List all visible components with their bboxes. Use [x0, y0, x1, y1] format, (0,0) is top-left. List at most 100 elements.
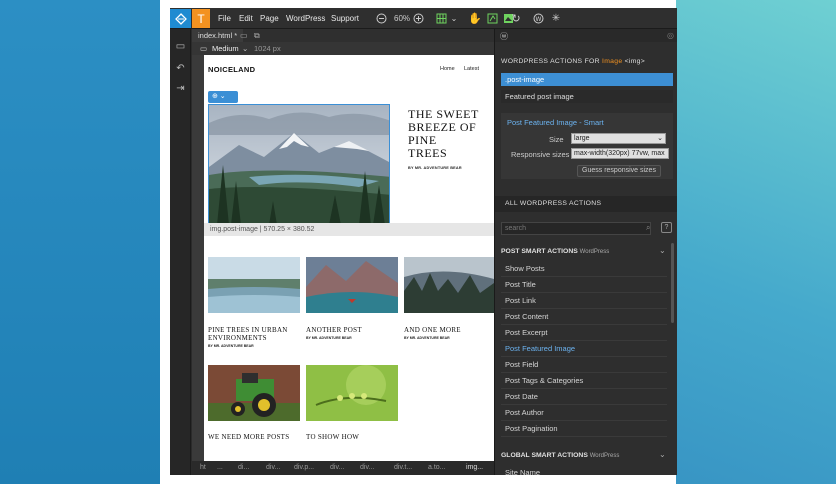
menu-edit[interactable]: Edit — [239, 8, 253, 29]
action-post-excerpt[interactable]: Post Excerpt — [501, 325, 667, 341]
hero-image[interactable] — [208, 104, 390, 224]
crumb-10[interactable]: img... — [466, 461, 483, 475]
nav-latest[interactable]: Latest — [464, 66, 479, 72]
action-post-content[interactable]: Post Content — [501, 309, 667, 325]
layout-grid-icon[interactable] — [434, 9, 448, 28]
card-byline-3: BY MR. ADVENTURE BEAR — [404, 336, 450, 340]
page-canvas[interactable]: NOICELAND Home Latest ⊕ ⌄ THE SWEET BREE… — [204, 55, 494, 467]
crumb-1[interactable]: ht — [200, 461, 206, 475]
nav-home[interactable]: Home — [440, 66, 455, 72]
app-logo-icon[interactable] — [170, 9, 191, 28]
card-image-1[interactable] — [208, 257, 300, 313]
smart-action-box: Post Featured Image - Smart Size large ⌄… — [501, 113, 673, 179]
text-tool-icon[interactable]: T — [192, 9, 210, 28]
site-brand[interactable]: NOICELAND — [208, 65, 255, 74]
action-post-featured-image[interactable]: Post Featured Image — [501, 341, 667, 357]
action-post-pagination[interactable]: Post Pagination — [501, 421, 667, 437]
crumb-3[interactable]: di... — [238, 461, 249, 475]
post-smart-actions-group[interactable]: POST SMART ACTIONS WordPress — [501, 248, 609, 255]
device-select[interactable]: Medium — [212, 42, 239, 55]
wordpress-action-badge[interactable]: ⊕ ⌄ — [208, 91, 238, 103]
pages-icon[interactable]: ▭ — [174, 40, 187, 53]
post-group-tag: WordPress — [579, 249, 610, 255]
chevron-down-icon[interactable]: ⌄ — [449, 9, 459, 28]
crumb-5[interactable]: div.p... — [294, 461, 314, 475]
selector-post-image[interactable]: .post-image — [501, 73, 673, 86]
search-icon[interactable]: ⌕ — [646, 223, 650, 233]
card-title-4[interactable]: WE NEED MORE POSTS — [208, 433, 298, 441]
search-input[interactable]: search — [501, 222, 651, 235]
crumb-9[interactable]: a.to... — [428, 461, 446, 475]
card-title-1[interactable]: PINE TREES IN URBAN ENVIRONMENTS — [208, 326, 298, 342]
sparkle-icon[interactable]: ✳ — [549, 9, 563, 28]
panel-scrollbar[interactable] — [671, 243, 674, 323]
tab-label: index.html — [198, 31, 233, 40]
chevron-down-icon[interactable]: ⌄ — [242, 42, 248, 55]
hero-title[interactable]: THE SWEET BREEZE OF PINE TREES — [408, 108, 494, 160]
tab-index[interactable]: index.html * — [192, 29, 244, 42]
hand-tool-icon[interactable]: ✋ — [468, 9, 482, 28]
chevron-down-icon[interactable]: ⌄ — [659, 450, 666, 459]
left-toolbar: ▭ ↶ ⇥ — [170, 29, 191, 475]
crumb-8[interactable]: div.t... — [394, 461, 412, 475]
action-post-title[interactable]: Post Title — [501, 277, 667, 293]
wordpress-icon[interactable]: W — [531, 9, 545, 28]
action-post-tags[interactable]: Post Tags & Categories — [501, 373, 667, 389]
chevron-down-icon: ⌄ — [657, 135, 663, 142]
card-image-3[interactable] — [404, 257, 494, 313]
action-post-date[interactable]: Post Date — [501, 389, 667, 405]
history-icon[interactable]: ↶ — [174, 62, 187, 75]
export-icon[interactable]: ⇥ — [174, 82, 187, 95]
crumb-2[interactable]: ... — [217, 461, 223, 475]
action-post-author[interactable]: Post Author — [501, 405, 667, 421]
panel-title: WORDPRESS ACTIONS FOR Image <img> — [501, 58, 645, 65]
background-left — [0, 0, 160, 484]
zoom-out-icon[interactable] — [374, 9, 388, 28]
action-show-posts[interactable]: Show Posts — [501, 261, 667, 277]
post-group-title: POST SMART ACTIONS — [501, 248, 578, 255]
code-view-icon[interactable]: ▭ — [240, 31, 248, 40]
selector-featured-image[interactable]: Featured post image — [501, 90, 673, 103]
zoom-in-icon[interactable] — [411, 9, 425, 28]
zoom-level: 60% — [394, 14, 411, 23]
editor-area: index.html * ▭ ⧉ ▭ Medium ⌄ 1024 px NOIC… — [192, 29, 494, 475]
smart-action-title[interactable]: Post Featured Image - Smart — [507, 118, 604, 127]
action-post-link[interactable]: Post Link — [501, 293, 667, 309]
top-toolbar: T File Edit Page WordPress Support 60% ⌄… — [170, 8, 677, 29]
card-image-5[interactable] — [306, 365, 398, 421]
crumb-4[interactable]: div... — [266, 461, 280, 475]
eye-icon[interactable]: ◎ — [667, 31, 674, 40]
card-title-5[interactable]: TO SHOW HOW — [306, 433, 396, 441]
chevron-down-icon[interactable]: ⌄ — [659, 246, 666, 255]
menu-wordpress[interactable]: WordPress — [286, 8, 325, 29]
device-icon: ▭ — [200, 44, 208, 53]
panel-title-tag: <img> — [624, 58, 646, 65]
selection-size-label: img.post-image | 570.25 × 380.52 — [204, 223, 494, 236]
menu-page[interactable]: Page — [260, 8, 279, 29]
size-select[interactable]: large ⌄ — [571, 133, 666, 144]
split-view-icon[interactable]: ⧉ — [254, 31, 260, 41]
crumb-7[interactable]: div... — [360, 461, 374, 475]
card-image-4[interactable] — [208, 365, 300, 421]
global-smart-actions-group[interactable]: GLOBAL SMART ACTIONS WordPress — [501, 452, 619, 459]
device-width: 1024 px — [254, 44, 281, 53]
responsive-input[interactable]: max-width(320px) 77vw, max — [571, 148, 669, 159]
action-post-field[interactable]: Post Field — [501, 357, 667, 373]
hero-byline: BY MR. ADVENTURE BEAR — [408, 166, 462, 170]
refresh-icon[interactable]: ↻ — [509, 9, 523, 28]
action-site-name[interactable]: Site Name — [501, 465, 667, 475]
menu-support[interactable]: Support — [331, 8, 359, 29]
card-title-2[interactable]: ANOTHER POST — [306, 326, 396, 334]
responsive-label: Responsive sizes — [511, 150, 570, 159]
card-title-3[interactable]: AND ONE MORE — [404, 326, 494, 334]
svg-text:W: W — [535, 16, 541, 23]
guess-sizes-button[interactable]: Guess responsive sizes — [577, 165, 661, 177]
size-label: Size — [549, 135, 564, 144]
card-image-2[interactable] — [306, 257, 398, 313]
device-bar: ▭ Medium ⌄ 1024 px — [192, 42, 494, 55]
inspect-icon[interactable] — [485, 9, 499, 28]
menu-file[interactable]: File — [218, 8, 231, 29]
crumb-6[interactable]: div... — [330, 461, 344, 475]
help-icon[interactable]: ? — [661, 222, 672, 233]
panel-header-bar: ⓦ ◎ — [495, 29, 677, 42]
